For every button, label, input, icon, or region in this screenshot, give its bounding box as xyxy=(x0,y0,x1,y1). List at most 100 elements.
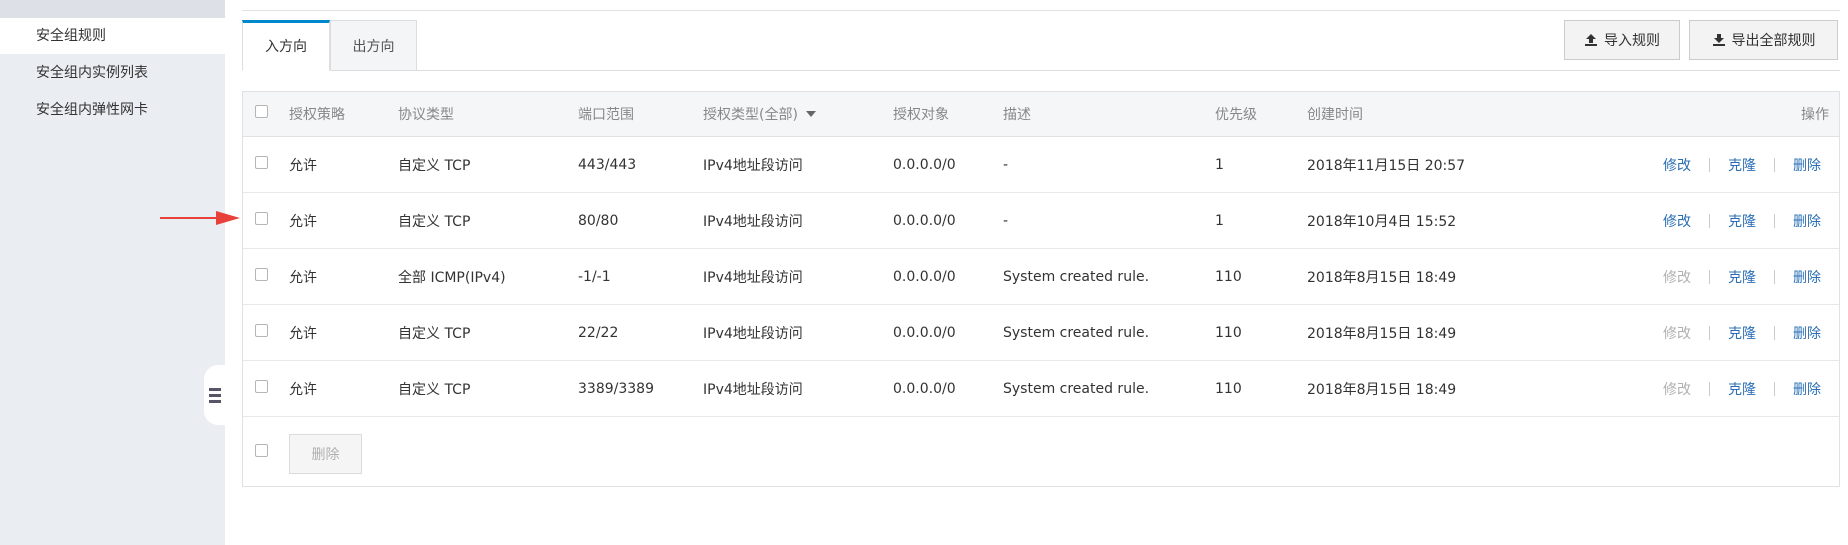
download-icon xyxy=(1712,34,1725,46)
cell-description: System created rule. xyxy=(1003,380,1150,397)
clone-link[interactable]: 克隆 xyxy=(1728,211,1756,231)
row-checkbox[interactable] xyxy=(255,212,268,225)
cell-created: 2018年8月15日 18:49 xyxy=(1307,381,1457,398)
header-policy: 授权策略 xyxy=(289,107,345,123)
cell-port: 22/22 xyxy=(578,324,619,341)
modify-link[interactable]: 修改 xyxy=(1663,211,1691,231)
divider xyxy=(242,10,1840,11)
caret-down-icon xyxy=(805,111,816,117)
cell-created: 2018年11月15日 20:57 xyxy=(1307,157,1466,174)
tab-outbound[interactable]: 出方向 xyxy=(330,20,417,71)
row-checkbox[interactable] xyxy=(255,156,268,169)
delete-link[interactable]: 删除 xyxy=(1793,323,1821,343)
table-row: 允许 自定义 TCP 443/443 IPv4地址段访问 0.0.0.0/0 - 1 2018… xyxy=(243,137,1839,193)
cell-created: 2018年8月15日 18:49 xyxy=(1307,325,1457,342)
sidebar-item-instance-list[interactable]: 安全组内实例列表 xyxy=(0,55,225,91)
row-checkbox[interactable] xyxy=(255,268,268,281)
tabs-divider xyxy=(242,70,1840,71)
header-auth-type-label: 授权类型(全部) xyxy=(703,107,798,123)
row-checkbox[interactable] xyxy=(255,324,268,337)
table-footer: 删除 xyxy=(243,417,1839,487)
action-separator xyxy=(1709,157,1710,172)
cell-auth-object: 0.0.0.0/0 xyxy=(893,212,956,229)
action-separator xyxy=(1774,269,1775,284)
modify-link: 修改 xyxy=(1663,269,1691,286)
action-separator xyxy=(1709,325,1710,340)
delete-link[interactable]: 删除 xyxy=(1793,211,1821,231)
main-content: 入方向 出方向 导入规则 导出全部规则 授权策略 协议类型 端口范围 授权类型(… xyxy=(242,0,1842,545)
action-separator xyxy=(1774,157,1775,172)
sidebar-collapse-toggle[interactable] xyxy=(204,365,226,425)
action-separator xyxy=(1709,269,1710,284)
cell-auth-type: IPv4地址段访问 xyxy=(703,157,803,174)
row-checkbox[interactable] xyxy=(255,380,268,393)
header-protocol: 协议类型 xyxy=(398,107,454,123)
export-all-rules-label: 导出全部规则 xyxy=(1731,33,1816,49)
cell-policy: 允许 xyxy=(289,157,317,174)
cell-created: 2018年8月15日 18:49 xyxy=(1307,269,1457,286)
row-actions: 修改 克隆 删除 xyxy=(1663,361,1821,416)
header-description: 描述 xyxy=(1003,107,1031,123)
table-header: 授权策略 协议类型 端口范围 授权类型(全部) 授权对象 描述 优先级 创建时间… xyxy=(243,92,1839,137)
clone-link[interactable]: 克隆 xyxy=(1728,267,1756,287)
cell-created: 2018年10月4日 15:52 xyxy=(1307,213,1457,230)
modify-link[interactable]: 修改 xyxy=(1663,155,1691,175)
cell-priority: 1 xyxy=(1215,212,1224,229)
cell-auth-object: 0.0.0.0/0 xyxy=(893,156,956,173)
action-separator xyxy=(1774,381,1775,396)
footer-select-all-checkbox[interactable] xyxy=(255,444,268,457)
header-auth-type-filter[interactable]: 授权类型(全部) xyxy=(703,92,816,136)
delete-link[interactable]: 删除 xyxy=(1793,379,1821,399)
cell-auth-type: IPv4地址段访问 xyxy=(703,325,803,342)
select-all-checkbox[interactable] xyxy=(255,105,268,118)
header-created: 创建时间 xyxy=(1307,107,1363,123)
modify-link: 修改 xyxy=(1663,325,1691,342)
menu-collapse-icon xyxy=(209,387,221,403)
cell-auth-object: 0.0.0.0/0 xyxy=(893,324,956,341)
action-separator xyxy=(1709,381,1710,396)
cell-description: System created rule. xyxy=(1003,324,1150,341)
row-actions: 修改 克隆 删除 xyxy=(1663,249,1821,304)
table-row: 允许 全部 ICMP(IPv4) -1/-1 IPv4地址段访问 0.0.0.0/0 Sy… xyxy=(243,249,1839,305)
table-row: 允许 自定义 TCP 22/22 IPv4地址段访问 0.0.0.0/0 System c… xyxy=(243,305,1839,361)
upload-icon xyxy=(1585,34,1597,46)
import-rules-button[interactable]: 导入规则 xyxy=(1564,20,1680,60)
row-actions: 修改 克隆 删除 xyxy=(1663,305,1821,360)
cell-description: - xyxy=(1003,212,1009,229)
clone-link[interactable]: 克隆 xyxy=(1728,155,1756,175)
sidebar-top-strip xyxy=(0,0,225,18)
cell-description: - xyxy=(1003,156,1009,173)
red-arrow-annotation xyxy=(160,211,240,225)
clone-link[interactable]: 克隆 xyxy=(1728,379,1756,399)
cell-policy: 允许 xyxy=(289,269,317,286)
header-port: 端口范围 xyxy=(578,107,634,123)
cell-protocol: 全部 ICMP(IPv4) xyxy=(398,269,506,286)
tab-inbound[interactable]: 入方向 xyxy=(242,20,330,71)
clone-link[interactable]: 克隆 xyxy=(1728,323,1756,343)
action-separator xyxy=(1709,213,1710,228)
rules-table: 授权策略 协议类型 端口范围 授权类型(全部) 授权对象 描述 优先级 创建时间… xyxy=(242,91,1840,487)
cell-policy: 允许 xyxy=(289,213,317,230)
cell-priority: 1 xyxy=(1215,156,1224,173)
cell-auth-type: IPv4地址段访问 xyxy=(703,381,803,398)
export-all-rules-button[interactable]: 导出全部规则 xyxy=(1689,20,1838,60)
import-rules-label: 导入规则 xyxy=(1604,33,1660,49)
sidebar: 安全组规则 安全组内实例列表 安全组内弹性网卡 xyxy=(0,0,226,545)
delete-link[interactable]: 删除 xyxy=(1793,155,1821,175)
action-separator xyxy=(1774,213,1775,228)
header-actions: 操作 xyxy=(1801,107,1829,123)
cell-auth-type: IPv4地址段访问 xyxy=(703,213,803,230)
header-auth-object: 授权对象 xyxy=(893,107,949,123)
table-row: 允许 自定义 TCP 80/80 IPv4地址段访问 0.0.0.0/0 - 1 2018年1… xyxy=(243,193,1839,249)
sidebar-item-elastic-nic[interactable]: 安全组内弹性网卡 xyxy=(0,92,225,128)
delete-link[interactable]: 删除 xyxy=(1793,267,1821,287)
modify-link: 修改 xyxy=(1663,381,1691,398)
cell-auth-type: IPv4地址段访问 xyxy=(703,269,803,286)
cell-port: 443/443 xyxy=(578,156,637,173)
sidebar-item-security-group-rules[interactable]: 安全组规则 xyxy=(0,18,225,54)
cell-port: 80/80 xyxy=(578,212,619,229)
batch-delete-button[interactable]: 删除 xyxy=(289,434,362,474)
cell-priority: 110 xyxy=(1215,268,1242,285)
action-separator xyxy=(1774,325,1775,340)
cell-priority: 110 xyxy=(1215,380,1242,397)
